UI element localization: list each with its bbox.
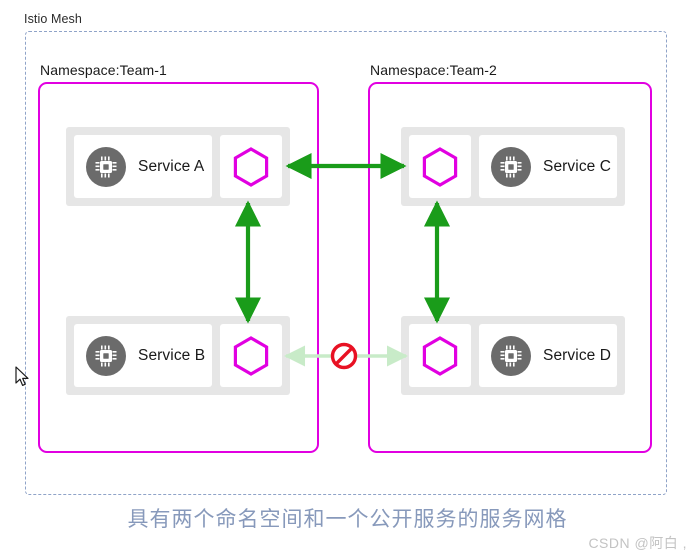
envoy-proxy-card-c[interactable] — [409, 135, 471, 198]
hexagon-icon — [233, 335, 269, 376]
chip-icon — [491, 146, 531, 187]
pod-service-a[interactable]: Service A — [66, 127, 290, 206]
envoy-proxy-card-d[interactable] — [409, 324, 471, 387]
chip-icon — [491, 335, 531, 376]
hexagon-icon — [422, 335, 458, 376]
istio-mesh-label: Istio Mesh — [24, 12, 82, 26]
pod-service-c[interactable]: Service C — [401, 127, 625, 206]
namespace-label-team-2: Namespace:Team-2 — [370, 62, 497, 78]
pod-service-d[interactable]: Service D — [401, 316, 625, 395]
hexagon-icon — [233, 146, 269, 187]
service-label-c: Service C — [543, 157, 612, 175]
namespace-label-team-1: Namespace:Team-1 — [40, 62, 167, 78]
mouse-cursor-icon — [15, 366, 29, 386]
figure-caption: 具有两个命名空间和一个公开服务的服务网格 — [127, 508, 568, 531]
service-card-a[interactable]: Service A — [74, 135, 212, 198]
watermark: CSDN @阿白 , — [588, 535, 687, 551]
service-label-d: Service D — [543, 346, 612, 364]
service-card-d[interactable]: Service D — [479, 324, 617, 387]
envoy-proxy-card-b[interactable] — [220, 324, 282, 387]
pod-service-b[interactable]: Service B — [66, 316, 290, 395]
service-card-b[interactable]: Service B — [74, 324, 212, 387]
chip-icon — [86, 146, 126, 187]
service-label-a: Service A — [138, 157, 205, 175]
service-label-b: Service B — [138, 346, 206, 364]
envoy-proxy-card-a[interactable] — [220, 135, 282, 198]
service-card-c[interactable]: Service C — [479, 135, 617, 198]
hexagon-icon — [422, 146, 458, 187]
chip-icon — [86, 335, 126, 376]
